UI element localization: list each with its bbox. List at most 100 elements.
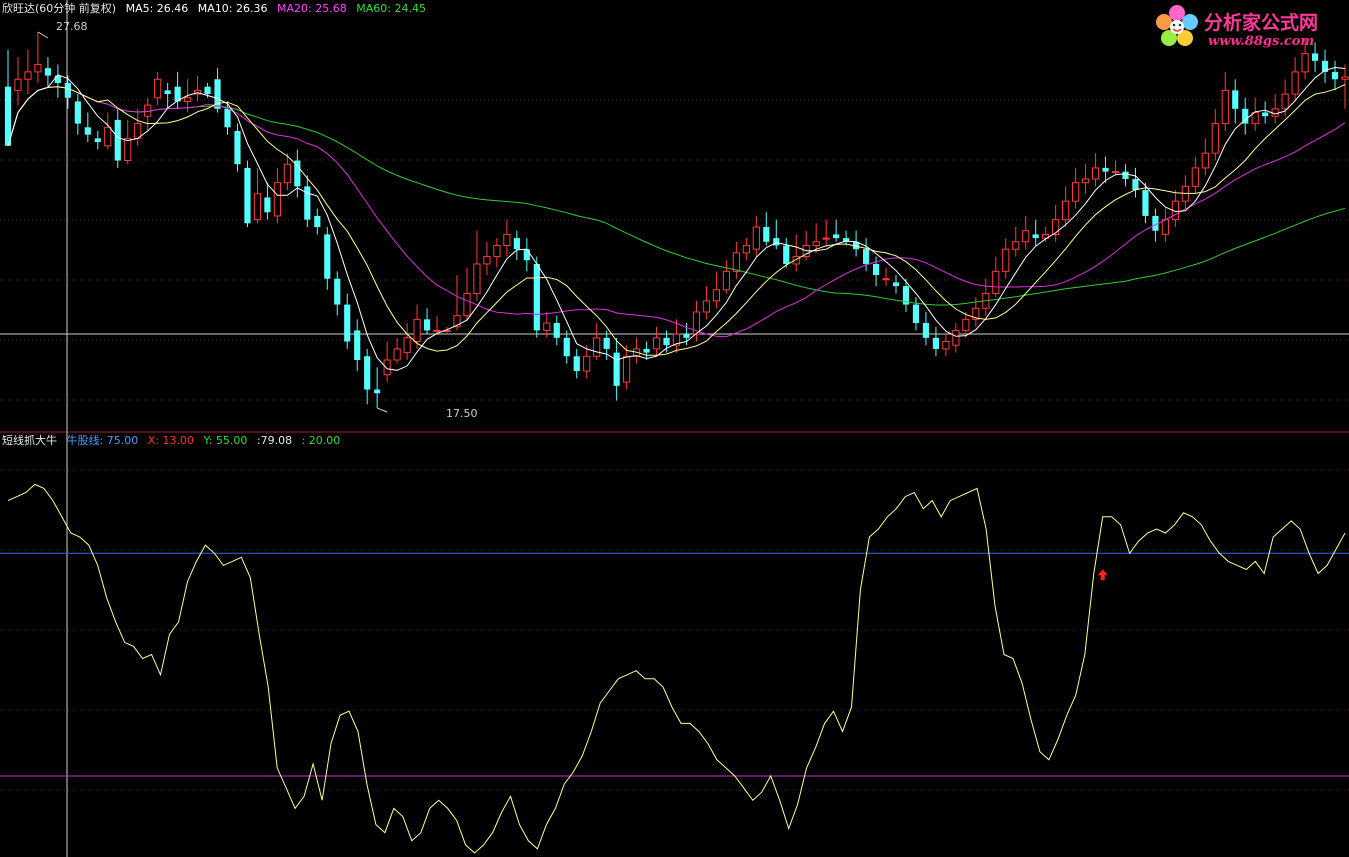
ma10-label: MA10: 26.36	[197, 2, 268, 15]
candle-down	[912, 304, 920, 324]
indicator-panel-header: 短线抓大牛 牛股线: 75.00 X: 13.00 Y: 55.00 :79.0…	[2, 434, 346, 447]
candle-up	[543, 322, 551, 331]
candle-up	[273, 182, 281, 217]
candle-up	[34, 64, 42, 73]
candle-up	[1161, 219, 1169, 235]
candle-down	[1311, 53, 1319, 61]
flower-logo-icon	[1156, 5, 1198, 46]
candle-down	[523, 249, 530, 261]
candle-down	[573, 356, 580, 372]
candle-down	[314, 215, 321, 228]
candle-down	[334, 278, 341, 305]
indicator-current-label: :79.08	[256, 434, 293, 447]
candle-up	[24, 71, 32, 80]
candle-up	[992, 270, 1000, 295]
candle-down	[563, 337, 570, 357]
candle-down	[423, 319, 431, 331]
ma5-label: MA5: 26.46	[125, 2, 189, 15]
candle-up	[1022, 230, 1030, 243]
candle-up	[1211, 123, 1219, 154]
candle-down	[922, 323, 930, 338]
candle-down	[364, 356, 371, 390]
main-panel-title: 欣旺达(60分钟 前复权)	[2, 2, 117, 15]
candle-down	[344, 304, 351, 342]
watermark-logo: 分析家公式网 www.88gs.com	[1150, 2, 1345, 54]
candle-up	[154, 78, 162, 99]
candle-down	[1122, 171, 1129, 180]
candle-up	[104, 126, 112, 147]
candle-down	[553, 323, 560, 338]
candle-down	[234, 130, 241, 165]
candle-down	[374, 389, 381, 394]
candle-down	[74, 101, 81, 124]
candle-up	[134, 123, 142, 139]
candle-up	[1012, 241, 1020, 250]
candle-up	[1221, 89, 1229, 125]
candle-up	[1281, 93, 1289, 110]
candle-down	[773, 238, 780, 246]
candle-up	[583, 355, 591, 372]
candle-up	[732, 252, 740, 272]
ma20-label: MA20: 25.68	[277, 2, 347, 15]
candle-down	[244, 167, 251, 224]
chart-area[interactable]	[0, 0, 1349, 857]
candle-up	[702, 300, 711, 313]
candle-down	[683, 334, 690, 338]
candle-down	[114, 119, 121, 161]
y-value-label: Y: 55.00	[203, 434, 248, 447]
candle-up	[184, 97, 192, 102]
candle-down	[264, 197, 271, 213]
candle-down	[513, 238, 520, 250]
candle-down	[1032, 234, 1039, 239]
candle-down	[892, 282, 900, 287]
candle-up	[433, 329, 441, 332]
candle-up	[1072, 182, 1080, 202]
candle-up	[1091, 167, 1100, 180]
candle-up	[962, 318, 970, 331]
candle-up	[812, 241, 820, 246]
buy-signal-arrow-icon	[1097, 569, 1108, 581]
high-price-marker: 27.68	[56, 20, 88, 33]
candle-up	[1052, 219, 1060, 235]
candle-up	[1341, 76, 1349, 80]
low-price-marker: 17.50	[446, 407, 478, 420]
candle-down	[663, 337, 670, 346]
candle-up	[493, 244, 501, 258]
candle-up	[383, 359, 391, 376]
candle-up	[1301, 52, 1309, 73]
candle-up	[652, 337, 661, 350]
x-value-label: X: 13.00	[147, 434, 194, 447]
candle-up	[1191, 167, 1199, 187]
candle-down	[1262, 112, 1269, 117]
candle-up	[253, 193, 262, 221]
candle-down	[54, 75, 61, 83]
candle-down	[533, 263, 540, 331]
candle-down	[354, 330, 361, 360]
candle-down	[613, 352, 620, 386]
watermark-url: www.88gs.com	[1208, 34, 1315, 49]
candle-up	[952, 329, 960, 346]
candle-up	[882, 278, 890, 281]
candle-down	[783, 245, 790, 264]
ma60-label: MA60: 24.45	[356, 2, 426, 15]
indicator-low-label: : 20.00	[301, 434, 341, 447]
candle-up	[413, 318, 421, 343]
candle-up	[1062, 200, 1070, 221]
candle-up	[463, 293, 471, 317]
candle-up	[503, 233, 511, 246]
candle-down	[1142, 190, 1149, 216]
candle-up	[593, 337, 601, 357]
candle-down	[164, 90, 171, 95]
candle-up	[283, 163, 291, 184]
candle-down	[833, 234, 840, 239]
candle-down	[64, 82, 71, 98]
candle-up	[1201, 152, 1209, 169]
candle-up	[742, 244, 750, 254]
candle-up	[752, 226, 760, 250]
candle-up	[124, 137, 132, 162]
candle-up	[473, 263, 481, 295]
candle-up	[1111, 171, 1120, 174]
candle-up	[1291, 71, 1299, 95]
candle-up	[822, 237, 830, 240]
candle-up	[712, 289, 721, 302]
